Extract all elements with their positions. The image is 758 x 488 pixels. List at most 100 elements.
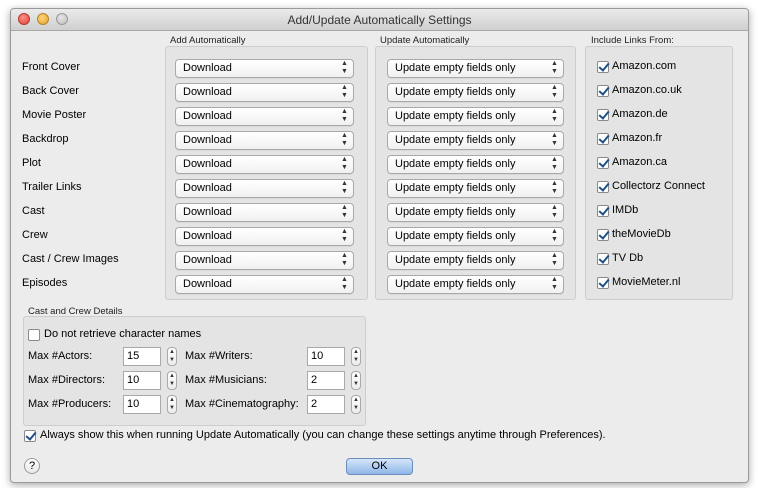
select-arrows-icon: ▲ ▼ bbox=[551, 60, 558, 75]
always-show-checkbox[interactable] bbox=[24, 430, 36, 442]
update-select-value: Update empty fields only bbox=[395, 158, 516, 170]
add-automatically-select[interactable]: Download ▲ ▼ bbox=[175, 131, 354, 150]
row-label: Back Cover bbox=[22, 85, 79, 97]
max-writers-stepper[interactable]: ▲ ▼ bbox=[351, 347, 361, 366]
max-cinematography-stepper[interactable]: ▲ ▼ bbox=[351, 395, 361, 414]
select-arrows-icon: ▲ ▼ bbox=[551, 108, 558, 123]
select-arrows-icon: ▲ ▼ bbox=[341, 132, 348, 147]
max-actors-input[interactable]: 15 bbox=[123, 347, 161, 366]
link-label: theMovieDb bbox=[612, 228, 671, 240]
add-automatically-select[interactable]: Download ▲ ▼ bbox=[175, 179, 354, 198]
row-label: Plot bbox=[22, 157, 41, 169]
max-producers-stepper[interactable]: ▲ ▼ bbox=[167, 395, 177, 414]
always-show-label: Always show this when running Update Aut… bbox=[40, 429, 606, 441]
max-cinematography-input[interactable]: 2 bbox=[307, 395, 345, 414]
update-automatically-select[interactable]: Update empty fields only ▲ ▼ bbox=[387, 83, 564, 102]
update-automatically-select[interactable]: Update empty fields only ▲ ▼ bbox=[387, 203, 564, 222]
link-checkbox[interactable] bbox=[597, 85, 609, 97]
select-arrows-icon: ▲ ▼ bbox=[341, 204, 348, 219]
link-checkbox[interactable] bbox=[597, 205, 609, 217]
add-select-value: Download bbox=[183, 254, 232, 266]
update-automatically-select[interactable]: Update empty fields only ▲ ▼ bbox=[387, 179, 564, 198]
row-label: Trailer Links bbox=[22, 181, 82, 193]
max-musicians-stepper[interactable]: ▲ ▼ bbox=[351, 371, 361, 390]
help-button[interactable]: ? bbox=[24, 458, 40, 474]
select-arrows-icon: ▲ ▼ bbox=[341, 180, 348, 195]
add-automatically-select[interactable]: Download ▲ ▼ bbox=[175, 203, 354, 222]
update-select-value: Update empty fields only bbox=[395, 230, 516, 242]
update-automatically-select[interactable]: Update empty fields only ▲ ▼ bbox=[387, 107, 564, 126]
add-automatically-select[interactable]: Download ▲ ▼ bbox=[175, 59, 354, 78]
link-label: MovieMeter.nl bbox=[612, 276, 681, 288]
row-label: Backdrop bbox=[22, 133, 69, 145]
max-actors-stepper[interactable]: ▲ ▼ bbox=[167, 347, 177, 366]
max-directors-label: Max #Directors: bbox=[28, 374, 106, 386]
update-select-value: Update empty fields only bbox=[395, 86, 516, 98]
select-arrows-icon: ▲ ▼ bbox=[341, 228, 348, 243]
link-label: Amazon.com bbox=[612, 60, 677, 72]
link-checkbox[interactable] bbox=[597, 157, 609, 169]
update-automatically-select[interactable]: Update empty fields only ▲ ▼ bbox=[387, 131, 564, 150]
link-label: Amazon.fr bbox=[612, 132, 663, 144]
window-title: Add/Update Automatically Settings bbox=[287, 13, 472, 27]
add-select-value: Download bbox=[183, 62, 232, 74]
update-automatically-select[interactable]: Update empty fields only ▲ ▼ bbox=[387, 155, 564, 174]
select-arrows-icon: ▲ ▼ bbox=[551, 84, 558, 99]
add-automatically-select[interactable]: Download ▲ ▼ bbox=[175, 251, 354, 270]
link-checkbox[interactable] bbox=[597, 61, 609, 73]
settings-window: Add/Update Automatically Settings Add Au… bbox=[10, 8, 749, 483]
link-checkbox[interactable] bbox=[597, 229, 609, 241]
update-automatically-select[interactable]: Update empty fields only ▲ ▼ bbox=[387, 275, 564, 294]
row-label: Movie Poster bbox=[22, 109, 87, 121]
link-checkbox[interactable] bbox=[597, 109, 609, 121]
select-arrows-icon: ▲ ▼ bbox=[341, 276, 348, 291]
select-arrows-icon: ▲ ▼ bbox=[551, 132, 558, 147]
select-arrows-icon: ▲ ▼ bbox=[551, 252, 558, 267]
update-automatically-select[interactable]: Update empty fields only ▲ ▼ bbox=[387, 251, 564, 270]
max-musicians-input[interactable]: 2 bbox=[307, 371, 345, 390]
row-label: Episodes bbox=[22, 277, 68, 289]
no-character-names-checkbox[interactable] bbox=[28, 329, 40, 341]
add-automatically-heading: Add Automatically bbox=[170, 35, 246, 46]
update-select-value: Update empty fields only bbox=[395, 182, 516, 194]
link-label: TV Db bbox=[612, 252, 644, 264]
select-arrows-icon: ▲ ▼ bbox=[341, 252, 348, 267]
update-automatically-select[interactable]: Update empty fields only ▲ ▼ bbox=[387, 59, 564, 78]
link-label: Amazon.co.uk bbox=[612, 84, 682, 96]
add-automatically-select[interactable]: Download ▲ ▼ bbox=[175, 83, 354, 102]
row-label: Front Cover bbox=[22, 61, 81, 73]
add-select-value: Download bbox=[183, 206, 232, 218]
add-automatically-select[interactable]: Download ▲ ▼ bbox=[175, 227, 354, 246]
link-label: Amazon.ca bbox=[612, 156, 668, 168]
max-producers-input[interactable]: 10 bbox=[123, 395, 161, 414]
select-arrows-icon: ▲ ▼ bbox=[551, 276, 558, 291]
link-checkbox[interactable] bbox=[597, 253, 609, 265]
select-arrows-icon: ▲ ▼ bbox=[341, 84, 348, 99]
select-arrows-icon: ▲ ▼ bbox=[551, 180, 558, 195]
select-arrows-icon: ▲ ▼ bbox=[341, 60, 348, 75]
link-checkbox[interactable] bbox=[597, 277, 609, 289]
select-arrows-icon: ▲ ▼ bbox=[341, 156, 348, 171]
max-directors-input[interactable]: 10 bbox=[123, 371, 161, 390]
max-producers-label: Max #Producers: bbox=[28, 398, 112, 410]
max-musicians-label: Max #Musicians: bbox=[185, 374, 267, 386]
update-select-value: Update empty fields only bbox=[395, 134, 516, 146]
max-directors-stepper[interactable]: ▲ ▼ bbox=[167, 371, 177, 390]
update-select-value: Update empty fields only bbox=[395, 110, 516, 122]
add-automatically-select[interactable]: Download ▲ ▼ bbox=[175, 107, 354, 126]
add-select-value: Download bbox=[183, 230, 232, 242]
max-writers-input[interactable]: 10 bbox=[307, 347, 345, 366]
update-automatically-select[interactable]: Update empty fields only ▲ ▼ bbox=[387, 227, 564, 246]
add-select-value: Download bbox=[183, 158, 232, 170]
ok-button[interactable]: OK bbox=[346, 458, 413, 475]
link-checkbox[interactable] bbox=[597, 133, 609, 145]
add-select-value: Download bbox=[183, 134, 232, 146]
add-select-value: Download bbox=[183, 86, 232, 98]
add-select-value: Download bbox=[183, 182, 232, 194]
add-automatically-select[interactable]: Download ▲ ▼ bbox=[175, 275, 354, 294]
title-bar: Add/Update Automatically Settings bbox=[11, 9, 748, 31]
update-select-value: Update empty fields only bbox=[395, 206, 516, 218]
add-automatically-select[interactable]: Download ▲ ▼ bbox=[175, 155, 354, 174]
select-arrows-icon: ▲ ▼ bbox=[551, 204, 558, 219]
link-checkbox[interactable] bbox=[597, 181, 609, 193]
